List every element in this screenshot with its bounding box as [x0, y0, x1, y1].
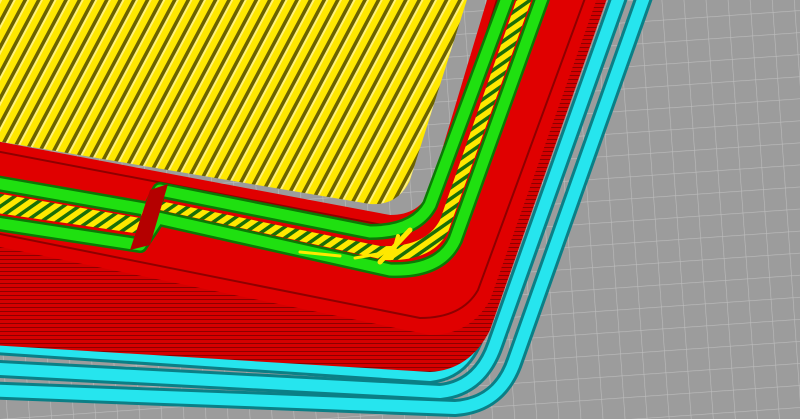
layer-preview-scene[interactable] [0, 0, 800, 419]
layer-preview-viewport[interactable] [0, 0, 800, 419]
